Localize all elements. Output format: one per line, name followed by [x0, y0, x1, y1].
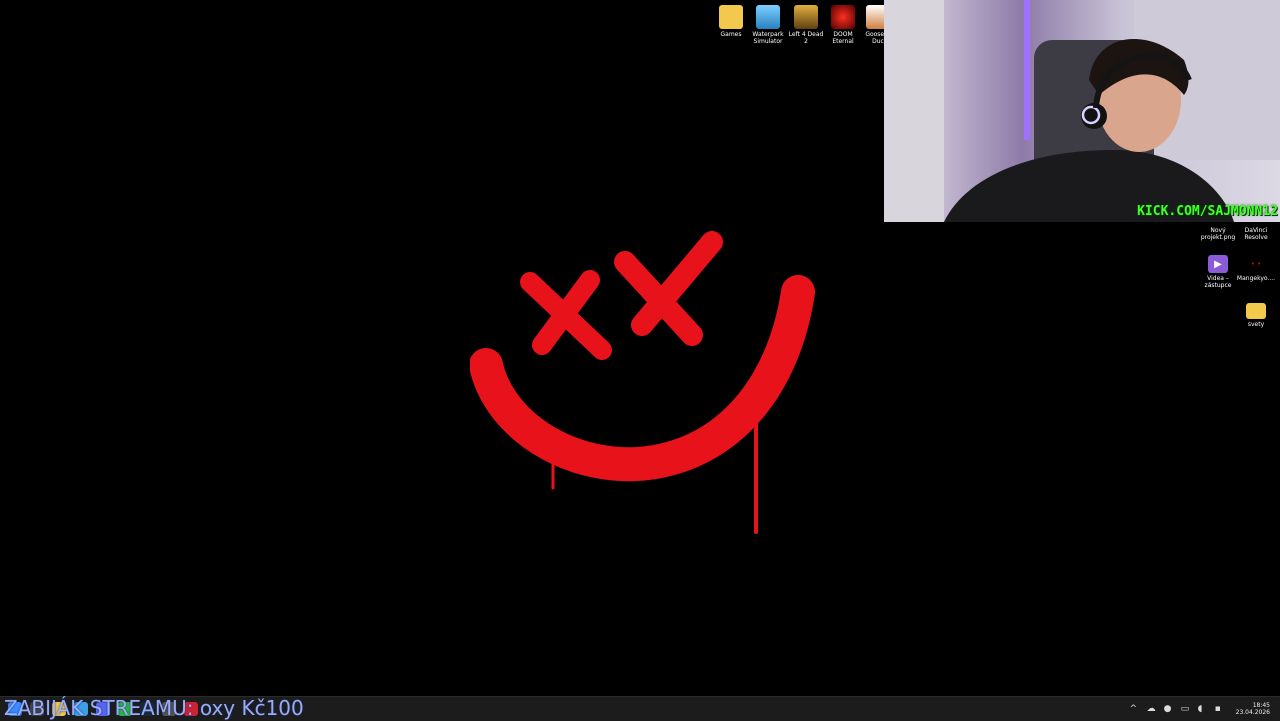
- cloud-icon[interactable]: ☁: [1147, 704, 1156, 714]
- desktop-icon-label: Waterpark Simulator: [752, 31, 784, 45]
- microphone-icon[interactable]: ●: [1164, 704, 1173, 714]
- desktop-icon-novy-projekt[interactable]: Nový projekt.png: [1198, 220, 1238, 241]
- desktop-icon-label: svety: [1247, 321, 1265, 328]
- desktop-icon-davinci-resolve[interactable]: DaVinci Resolve: [1236, 220, 1276, 241]
- game-icon: [756, 5, 780, 29]
- desktop-icon-label: DaVinci Resolve: [1244, 227, 1268, 241]
- network-icon[interactable]: ▭: [1181, 704, 1190, 714]
- desktop-icon-games[interactable]: Games: [711, 5, 751, 38]
- desktop-icon-label: Left 4 Dead 2: [788, 31, 824, 45]
- desktop-icon-label: Games: [720, 31, 742, 38]
- image-file-icon: • •: [1246, 255, 1266, 273]
- language-icon[interactable]: ▪: [1215, 704, 1224, 714]
- wallpaper-smiley-logo: [470, 231, 815, 534]
- webcam-feed: [884, 0, 1280, 222]
- kick-channel-banner: KICK.COM/SAJMONN12: [1137, 204, 1278, 219]
- clock-date: 23.04.2026: [1235, 709, 1270, 716]
- desktop-icon-videa-zastupce[interactable]: ▶ Videa – zástupce: [1198, 255, 1238, 289]
- desktop-icon-label: Mangekyo....: [1236, 275, 1276, 282]
- desktop-icon-label: Nový projekt.png: [1200, 227, 1236, 241]
- chevron-up-icon[interactable]: ^: [1130, 704, 1139, 714]
- desktop-icon-mangekyo[interactable]: • • Mangekyo....: [1236, 255, 1276, 282]
- taskbar: ZABIJÁK STREAMU: oxy Kč100 ^ ☁ ● ▭ ◖ ▪ 1…: [0, 696, 1280, 721]
- desktop-icon-left-4-dead-2[interactable]: Left 4 Dead 2: [786, 5, 826, 45]
- clock-time: 18:45: [1252, 702, 1270, 709]
- desktop-icon-doom-eternal[interactable]: DOOM Eternal: [823, 5, 863, 45]
- folder-icon: [719, 5, 743, 29]
- desktop-icon-svety[interactable]: svety: [1236, 303, 1276, 328]
- volume-icon[interactable]: ◖: [1198, 704, 1207, 714]
- desktop-icon-label: DOOM Eternal: [832, 31, 854, 45]
- desktop-icon-waterpark-simulator[interactable]: Waterpark Simulator: [748, 5, 788, 45]
- game-icon: [831, 5, 855, 29]
- folder-icon: [1246, 303, 1266, 319]
- stream-killer-banner: ZABIJÁK STREAMU: oxy Kč100: [4, 696, 304, 720]
- taskbar-clock[interactable]: 18:45 23.04.2026: [1236, 702, 1270, 716]
- system-tray: ^ ☁ ● ▭ ◖ ▪ 18:45 23.04.2026: [1130, 699, 1270, 719]
- video-folder-icon: ▶: [1208, 255, 1228, 273]
- desktop-icon-label: Videa – zástupce: [1204, 275, 1232, 289]
- webcam-overlay: KICK.COM/SAJMONN12: [884, 0, 1280, 222]
- game-icon: [794, 5, 818, 29]
